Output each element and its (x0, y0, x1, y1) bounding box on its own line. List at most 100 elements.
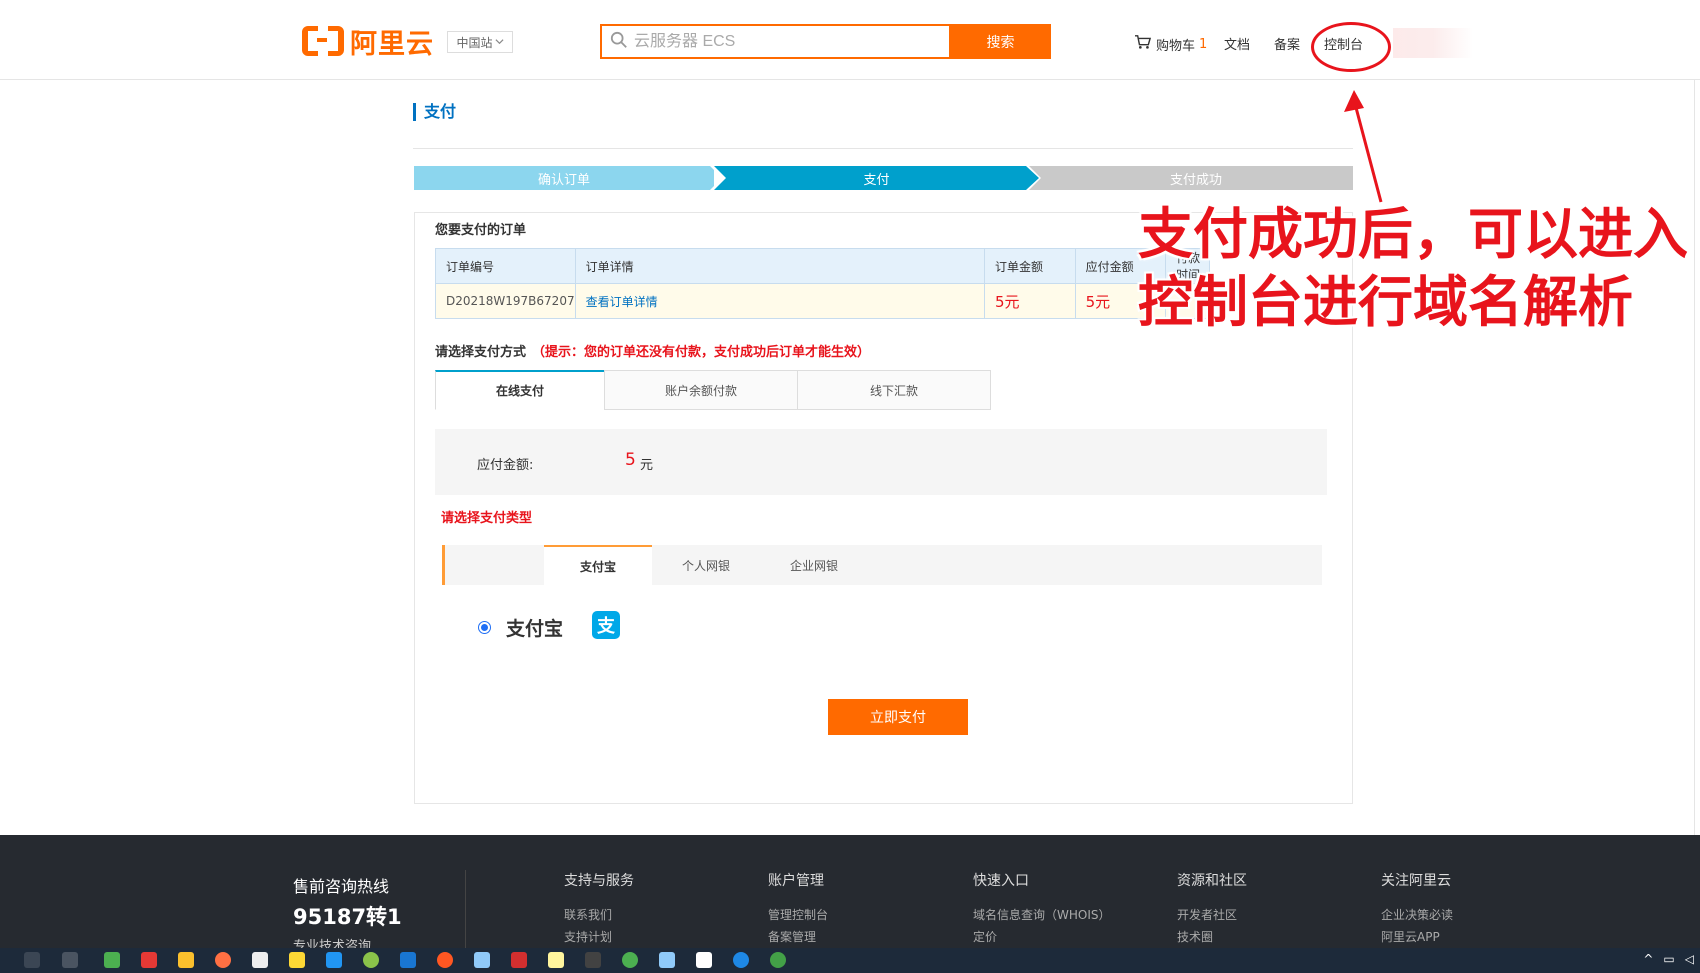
page-title: 支付 (413, 103, 456, 121)
annotation-line-1: 支付成功后，可以进入 (1138, 202, 1689, 266)
tab-balance-payment[interactable]: 账户余额付款 (604, 370, 798, 410)
payment-type-tabs: 支付宝 个人网银 企业网银 (544, 545, 868, 585)
step-payment: 支付 (714, 166, 1039, 190)
payable-amount-value: 5 (625, 450, 636, 470)
network-icon[interactable]: ▭ (1663, 952, 1674, 966)
console-highlight-circle (1311, 22, 1391, 72)
footer-link[interactable]: 技术圈 (1177, 926, 1247, 948)
notepad-icon[interactable] (548, 952, 564, 968)
hotline-title: 售前咨询热线 (293, 877, 390, 896)
app-icon[interactable] (733, 952, 749, 968)
hotline-subtitle: 专业技术咨询 (293, 939, 372, 948)
alipay-radio[interactable] (478, 621, 491, 634)
footer-col-quick: 快速入口 域名信息查询（WHOIS） 定价 (973, 870, 1111, 948)
tab-online-payment[interactable]: 在线支付 (435, 370, 605, 410)
order-amount-cell: 5元 (984, 283, 1076, 319)
col-order-amount: 订单金额 (984, 248, 1076, 284)
app-icon[interactable] (474, 952, 490, 968)
firefox-icon[interactable] (215, 952, 231, 968)
app-icon[interactable] (659, 952, 675, 968)
footer-col-title: 快速入口 (973, 873, 1029, 889)
powershell-icon[interactable] (400, 952, 416, 968)
table-row: D20218W197B67207 查看订单详情 5元 5元 (435, 283, 1210, 319)
payment-method-heading: 请选择支付方式 （提示：您的订单还没有付款，支付成功后订单才能生效） (435, 341, 870, 360)
user-avatar-blurred[interactable] (1393, 28, 1473, 58)
terminal-icon[interactable] (585, 952, 601, 968)
order-heading: 您要支付的订单 (435, 223, 527, 238)
order-detail-link[interactable]: 查看订单详情 (574, 283, 986, 319)
chevron-down-icon (494, 35, 504, 49)
search-button[interactable]: 搜索 (950, 24, 1051, 59)
task-view-icon[interactable] (24, 952, 40, 968)
footer-link[interactable]: 联系我们 (564, 904, 634, 926)
region-label: 中国站 (456, 35, 493, 50)
footer-col-follow: 关注阿里云 企业决策必读 阿里云APP (1381, 870, 1453, 948)
progress-steps: 确认订单 支付 支付成功 (414, 166, 1353, 190)
nav-docs[interactable]: 文档 (1224, 34, 1250, 53)
col-order-id: 订单编号 (435, 248, 576, 284)
footer-link[interactable]: 阿里云APP (1381, 926, 1453, 948)
store-icon[interactable] (252, 952, 268, 968)
hotline-number: 95187转1 (293, 905, 402, 929)
cart-label: 购物车 (1156, 38, 1196, 54)
nav-filing[interactable]: 备案 (1274, 34, 1300, 53)
chrome-icon[interactable] (622, 952, 638, 968)
annotation-arrow-icon (1344, 90, 1383, 203)
app-icon[interactable] (696, 952, 712, 968)
footer-col-title: 资源和社区 (1177, 873, 1247, 889)
logo-text: 阿里云 (350, 28, 434, 60)
app-icon[interactable] (104, 952, 120, 968)
cart-link[interactable]: 购物车 1 (1134, 34, 1207, 54)
app-icon[interactable] (141, 952, 157, 968)
aliyun-logo[interactable]: 阿里云 (302, 24, 434, 60)
page-right-edge (1694, 80, 1700, 835)
col-order-detail: 订单详情 (574, 248, 986, 284)
cart-icon (1134, 34, 1152, 54)
tab-alipay[interactable]: 支付宝 (544, 545, 652, 585)
search-icon (610, 31, 628, 53)
amount-panel (435, 429, 1327, 495)
aliyun-logo-icon (302, 24, 344, 56)
vscode-icon[interactable] (326, 952, 342, 968)
footer-col-support: 支持与服务 联系我们 支持计划 (564, 870, 634, 948)
app-icon[interactable] (363, 952, 379, 968)
search-input[interactable] (634, 32, 934, 51)
alipay-label[interactable]: 支付宝 (506, 614, 563, 641)
pay-now-button[interactable]: 立即支付 (828, 699, 968, 735)
footer-col-community: 资源和社区 开发者社区 技术圈 (1177, 870, 1247, 948)
footer-link[interactable]: 管理控制台 (768, 904, 828, 926)
chevron-up-icon[interactable]: ^ (1643, 952, 1653, 966)
tab-personal-bank[interactable]: 个人网银 (652, 545, 760, 585)
footer-col-title: 账户管理 (768, 873, 824, 889)
footer-col-title: 支持与服务 (564, 873, 634, 889)
footer-link[interactable]: 支持计划 (564, 926, 634, 948)
payment-method-tabs: 在线支付 账户余额付款 线下汇款 (435, 370, 991, 410)
footer-link[interactable]: 企业决策必读 (1381, 904, 1453, 926)
region-selector[interactable]: 中国站 (447, 31, 513, 53)
app-icon[interactable] (62, 952, 78, 968)
footer-link[interactable]: 备案管理 (768, 926, 828, 948)
table-header-row: 订单编号 订单详情 订单金额 应付金额 付款时间 (435, 248, 1210, 284)
annotation-line-2: 控制台进行域名解析 (1138, 270, 1634, 334)
footer-col-account: 账户管理 管理控制台 备案管理 (768, 870, 828, 948)
wechat-icon[interactable] (770, 952, 786, 968)
footer-col-title: 关注阿里云 (1381, 873, 1451, 889)
step-confirm-order: 确认订单 (414, 166, 714, 190)
footer-link[interactable]: 开发者社区 (1177, 904, 1247, 926)
payment-type-heading: 请选择支付类型 (441, 511, 533, 526)
tab-offline-transfer[interactable]: 线下汇款 (797, 370, 991, 410)
filezilla-icon[interactable] (511, 952, 527, 968)
footer-link[interactable]: 定价 (973, 926, 1111, 948)
annotation-text: 支付成功后，可以进入 控制台进行域名解析 (1138, 200, 1698, 336)
volume-icon[interactable]: ◁ (1685, 952, 1694, 966)
system-tray[interactable]: ^ ▭ ◁ (1643, 952, 1694, 966)
app-icon[interactable] (437, 952, 453, 968)
app-icon[interactable] (289, 952, 305, 968)
payment-hint: （提示：您的订单还没有付款，支付成功后订单才能生效） (532, 345, 871, 360)
footer-link[interactable]: 域名信息查询（WHOIS） (973, 904, 1111, 926)
tab-enterprise-bank[interactable]: 企业网银 (760, 545, 868, 585)
payable-amount-label: 应付金额: (477, 458, 534, 473)
search-box (600, 24, 951, 59)
alipay-icon[interactable]: 支 (592, 611, 620, 639)
folder-icon[interactable] (178, 952, 194, 968)
